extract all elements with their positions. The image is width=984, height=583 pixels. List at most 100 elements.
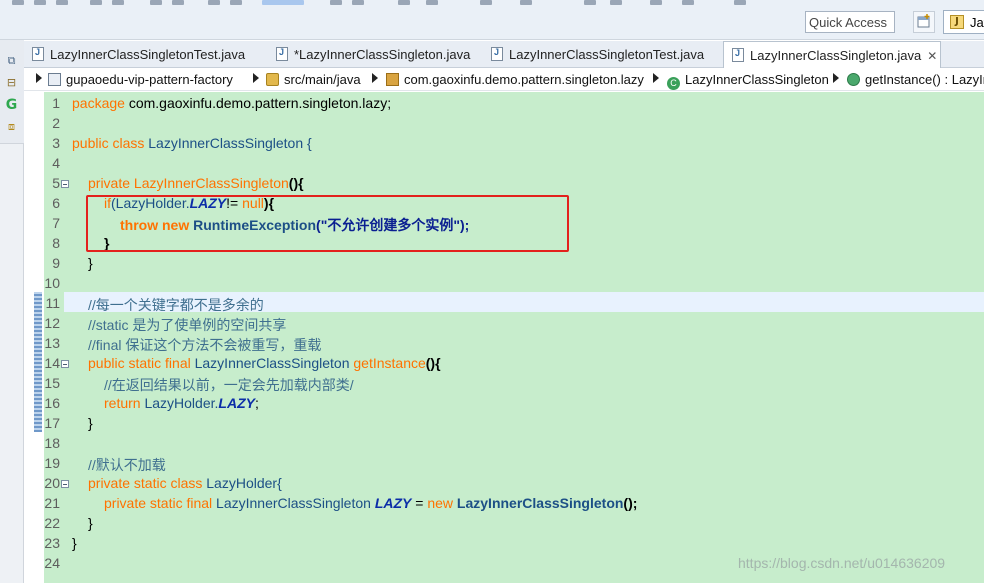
- code-line-16: return LazyHolder.LAZY;: [104, 395, 259, 411]
- code-line-20: private static class LazyHolder{: [88, 475, 282, 491]
- code-token: //static 是为了使单例的空间共享: [88, 317, 287, 333]
- line-number: 15: [44, 375, 60, 391]
- java-perspective-button[interactable]: J Jav: [943, 10, 984, 34]
- code-token: }: [72, 535, 77, 551]
- breadcrumb-label: src/main/java: [284, 72, 361, 87]
- chevron-right-icon[interactable]: [653, 73, 659, 83]
- code-token: LazyInnerClassSingleton: [453, 495, 624, 511]
- tab-lazyinnerclasssingleton-dirty[interactable]: *LazyInnerClassSingleton.java: [276, 41, 470, 68]
- quick-access-input[interactable]: Quick Access: [805, 11, 895, 33]
- code-token: =: [411, 495, 428, 511]
- code-token: //在返回结果以前，一定会先加载内部类/: [104, 377, 354, 393]
- package-explorer-icon[interactable]: ⧈: [4, 120, 19, 134]
- toolbar-icon[interactable]: [172, 0, 184, 5]
- code-token: ();: [623, 495, 638, 511]
- code-token: //每一个关键字都不是多余的: [88, 297, 264, 313]
- toolbar-icon[interactable]: [682, 0, 694, 5]
- line-number: 13: [44, 335, 60, 351]
- line-number: 11: [45, 295, 60, 311]
- breadcrumb-item-package[interactable]: com.gaoxinfu.demo.pattern.singleton.lazy: [386, 72, 644, 87]
- toolbar-icon[interactable]: [480, 0, 492, 5]
- code-token: //默认不加载: [88, 457, 166, 473]
- line-number: 10: [44, 275, 60, 291]
- java-file-icon: [491, 47, 503, 61]
- breadcrumb-item-project[interactable]: gupaoedu-vip-pattern-factory: [48, 72, 233, 87]
- code-token: (){: [288, 175, 304, 191]
- code-line-19: //默认不加载: [88, 455, 166, 475]
- java-file-icon: [732, 48, 744, 62]
- fold-toggle-icon[interactable]: [61, 480, 69, 488]
- code-token: ;: [254, 395, 259, 411]
- code-token: }: [88, 515, 93, 531]
- chevron-right-icon[interactable]: [253, 73, 259, 83]
- fold-toggle-icon[interactable]: [61, 180, 69, 188]
- toolbar-icon[interactable]: [56, 0, 68, 5]
- line-number: 20: [44, 475, 60, 491]
- line-number-ruler: 1 2 3 4 5 6 7 8 9 10 11 12 13 14 15 16 1…: [34, 92, 69, 583]
- toolbar-icon[interactable]: [398, 0, 410, 5]
- open-perspective-button[interactable]: [913, 11, 935, 33]
- toolbar-icon[interactable]: [90, 0, 102, 5]
- code-line-13: //final 保证这个方法不会被重写，重载: [88, 335, 321, 355]
- breadcrumb-item-method[interactable]: getInstance() : LazyIn: [847, 72, 984, 87]
- code-line-1: package com.gaoxinfu.demo.pattern.single…: [72, 95, 391, 111]
- code-token: private: [88, 175, 131, 191]
- toolbar-icon[interactable]: [262, 0, 304, 5]
- java-perspective-icon: J: [950, 15, 964, 29]
- line-number: 4: [52, 155, 60, 171]
- code-token: getInstance: [353, 355, 426, 371]
- code-token: LazyHolder{: [202, 475, 282, 491]
- code-token: new: [427, 495, 454, 511]
- code-line-21: private static final LazyInnerClassSingl…: [104, 495, 637, 511]
- watermark: https://blog.csdn.net/u014636209: [738, 555, 946, 571]
- chevron-right-icon[interactable]: [833, 73, 839, 83]
- line-number: 18: [44, 435, 60, 451]
- restore-icon[interactable]: ⧉: [4, 54, 19, 68]
- class-icon: C: [667, 77, 680, 90]
- tab-label: LazyInnerClassSingleton.java: [750, 48, 922, 63]
- code-token: com.gaoxinfu.demo.pattern.singleton.lazy…: [124, 95, 392, 111]
- chevron-right-icon[interactable]: [36, 73, 42, 83]
- code-line-5: private LazyInnerClassSingleton(){: [88, 175, 304, 191]
- code-line-22: }: [88, 515, 93, 531]
- code-token: private static final: [104, 495, 213, 511]
- line-number: 19: [44, 455, 60, 471]
- toolbar-icon[interactable]: [650, 0, 662, 5]
- code-token: LazyInnerClassSingleton: [190, 355, 354, 371]
- close-tab-icon[interactable]: ✕: [927, 49, 937, 63]
- package-icon: [386, 73, 399, 86]
- line-number: 23: [44, 535, 60, 551]
- chevron-right-icon[interactable]: [372, 73, 378, 83]
- toolbar-icon[interactable]: [34, 0, 46, 5]
- toolbar-icon[interactable]: [230, 0, 242, 5]
- toolbar-icon[interactable]: [12, 0, 24, 5]
- toolbar-icon[interactable]: [352, 0, 364, 5]
- toolbar-icon[interactable]: [330, 0, 342, 5]
- toolbar-icon[interactable]: [112, 0, 124, 5]
- class-view-icon[interactable]: G: [4, 98, 19, 112]
- fold-toggle-icon[interactable]: [61, 360, 69, 368]
- toolbar-icon[interactable]: [426, 0, 438, 5]
- tab-lazyinnerclasssingletontest-2[interactable]: LazyInnerClassSingletonTest.java: [491, 41, 704, 68]
- toolbar-icon[interactable]: [208, 0, 220, 5]
- toolbar-icon[interactable]: [150, 0, 162, 5]
- breadcrumb: gupaoedu-vip-pattern-factory src/main/ja…: [24, 68, 984, 91]
- toolbar-icon[interactable]: [610, 0, 622, 5]
- code-line-14: public static final LazyInnerClassSingle…: [88, 355, 441, 371]
- code-token: LAZY: [374, 495, 412, 511]
- line-number: 5: [52, 175, 60, 191]
- toolbar-icon[interactable]: [584, 0, 596, 5]
- hierarchy-icon[interactable]: ⊟: [4, 76, 19, 90]
- code-line-23: }: [72, 535, 77, 551]
- breadcrumb-item-source-folder[interactable]: src/main/java: [266, 72, 361, 87]
- java-file-icon: [276, 47, 288, 61]
- breadcrumb-item-class[interactable]: C LazyInnerClassSingleton: [667, 72, 829, 90]
- toolbar-icon[interactable]: [734, 0, 746, 5]
- java-perspective-label: Jav: [970, 15, 984, 30]
- toolbar-icon[interactable]: [520, 0, 532, 5]
- project-icon: [48, 73, 61, 86]
- line-number: 3: [52, 135, 60, 151]
- code-token: public class: [72, 135, 145, 151]
- tab-lazyinnerclasssingletontest-1[interactable]: LazyInnerClassSingletonTest.java: [32, 41, 245, 68]
- tab-lazyinnerclasssingleton-active[interactable]: LazyInnerClassSingleton.java ✕: [723, 41, 941, 68]
